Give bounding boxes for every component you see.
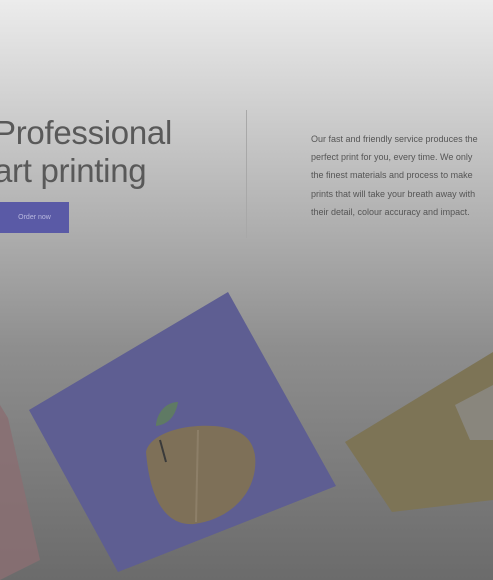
section-divider	[246, 110, 247, 238]
intro-line: Our fast and friendly service produces t…	[311, 134, 478, 144]
intro-line: the finest materials and process to make	[311, 170, 473, 181]
intro-paragraph: Our fast and friendly service produces t…	[311, 130, 493, 221]
hero-artwork	[0, 292, 493, 580]
intro-line: prints that will take your breath away w…	[311, 188, 476, 199]
hero-title-line1: Professional	[0, 114, 172, 151]
hero-title-line2: art printing	[0, 152, 147, 189]
hero-title: Professional art printing	[0, 114, 172, 190]
intro-line: their detail, colour accuracy and impact…	[311, 206, 470, 217]
left-print-shape	[0, 405, 40, 580]
order-now-button[interactable]: Order now	[0, 202, 69, 233]
intro-line: perfect print for you, every time. We on…	[311, 152, 473, 163]
